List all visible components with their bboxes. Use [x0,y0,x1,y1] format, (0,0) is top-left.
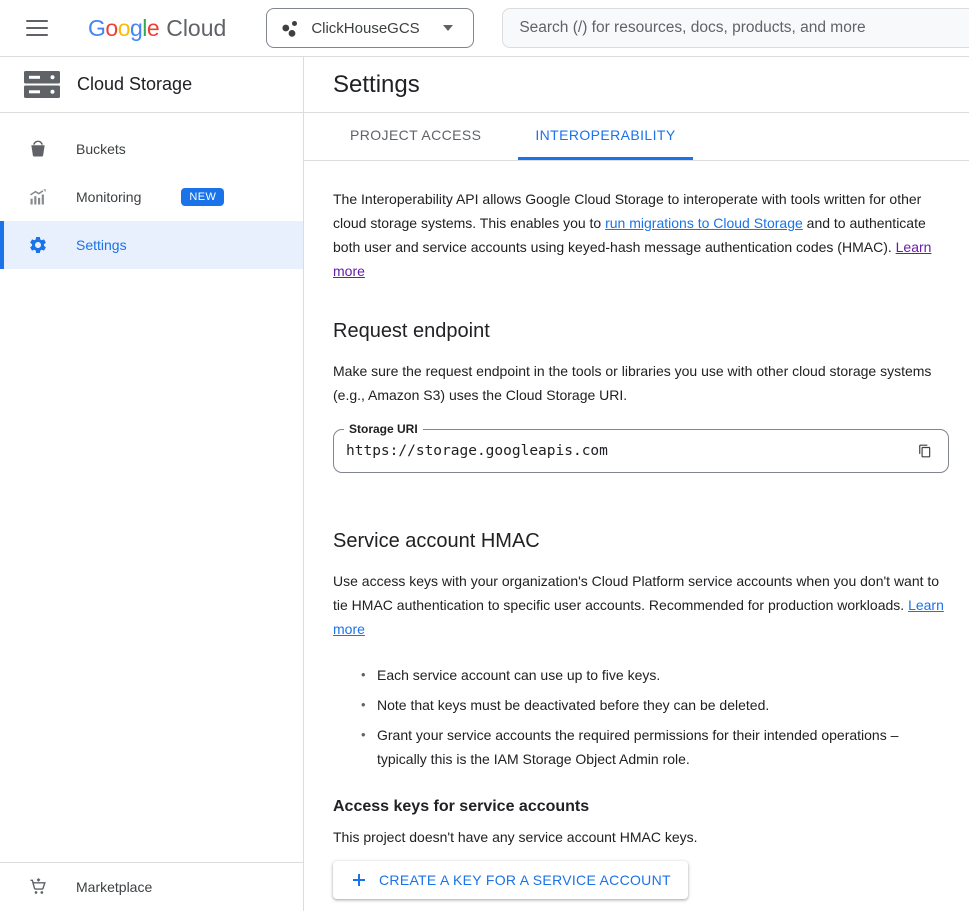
sidebar-item-settings[interactable]: Settings [0,221,303,269]
sidebar-item-buckets[interactable]: Buckets [0,125,303,173]
project-icon [281,19,300,38]
sidebar-header: Cloud Storage [0,57,303,113]
marketplace-cart-icon [28,877,48,897]
empty-state-text: This project doesn't have any service ac… [333,827,950,847]
tab-project-access[interactable]: PROJECT ACCESS [333,113,498,160]
list-item: Grant your service accounts the required… [377,723,950,771]
list-item: Note that keys must be deactivated befor… [377,693,950,717]
create-key-button-label: CREATE A KEY FOR A SERVICE ACCOUNT [379,872,671,888]
google-wordmark: Google [88,15,159,42]
sidebar-item-label: Marketplace [76,879,152,895]
request-endpoint-heading: Request endpoint [333,317,950,345]
top-app-bar: Google Cloud ClickHouseGCS [0,0,969,57]
chevron-down-icon [443,25,453,31]
monitoring-icon [28,187,48,207]
bucket-icon [28,139,48,159]
hamburger-menu-icon[interactable] [26,20,48,36]
gear-icon [28,235,48,255]
cloud-wordmark: Cloud [166,15,226,42]
sidebar-item-monitoring[interactable]: Monitoring NEW [0,173,303,221]
main-content: Settings PROJECT ACCESS INTEROPERABILITY… [304,57,969,911]
storage-uri-field[interactable]: Storage URI [333,429,949,473]
storage-uri-label: Storage URI [344,423,423,436]
storage-uri-value[interactable] [334,443,948,459]
sidebar-item-label: Monitoring [76,189,141,205]
sidebar: Cloud Storage Buckets [0,57,304,911]
request-endpoint-paragraph: Make sure the request endpoint in the to… [333,359,950,407]
hmac-bullet-list: Each service account can use up to five … [333,663,950,771]
list-item: Each service account can use up to five … [377,663,950,687]
create-key-button[interactable]: CREATE A KEY FOR A SERVICE ACCOUNT [333,861,688,899]
tab-panel-interoperability: The Interoperability API allows Google C… [304,161,950,899]
page-title: Settings [333,71,420,99]
google-cloud-logo[interactable]: Google Cloud [88,15,226,42]
page-header: Settings [304,57,969,113]
service-account-hmac-heading: Service account HMAC [333,527,950,555]
sidebar-item-label: Buckets [76,141,126,157]
project-name: ClickHouseGCS [311,20,419,37]
copy-button[interactable] [912,438,938,464]
service-account-hmac-paragraph: Use access keys with your organization's… [333,569,950,641]
sidebar-item-marketplace[interactable]: Marketplace [0,862,303,911]
intro-paragraph: The Interoperability API allows Google C… [333,187,950,283]
sidebar-item-label: Settings [76,237,127,253]
cloud-storage-icon [24,71,60,98]
product-title: Cloud Storage [77,74,192,95]
project-selector-button[interactable]: ClickHouseGCS [266,8,474,48]
copy-icon [918,442,932,460]
access-keys-subheading: Access keys for service accounts [333,795,950,819]
search-input[interactable] [502,8,969,48]
tab-bar: PROJECT ACCESS INTEROPERABILITY [304,113,969,161]
plus-icon [350,871,368,889]
run-migrations-link[interactable]: run migrations to Cloud Storage [605,215,803,231]
tab-interoperability[interactable]: INTEROPERABILITY [518,113,692,160]
new-badge: NEW [181,188,224,206]
hmac-text: Use access keys with your organization's… [333,573,939,613]
sidebar-nav: Buckets Monitoring NEW [0,113,303,269]
